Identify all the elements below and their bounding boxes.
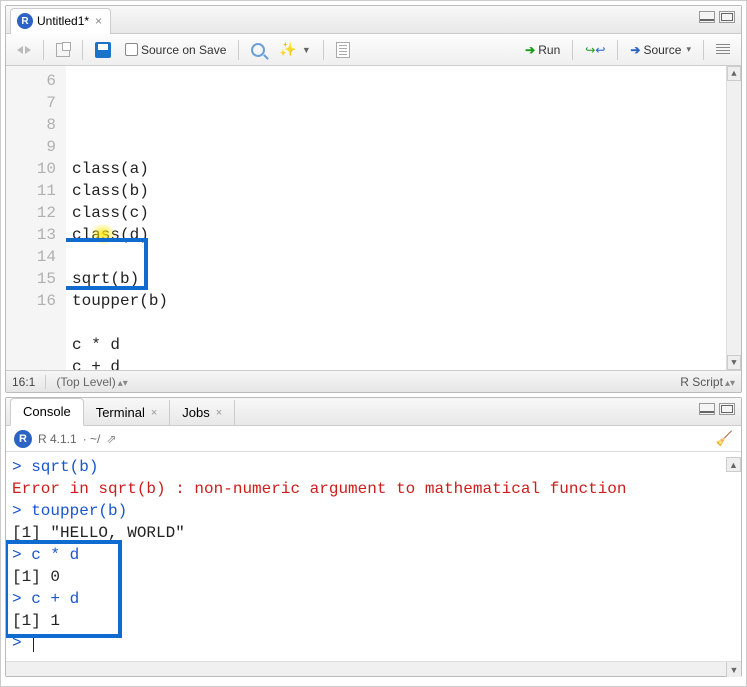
tab-jobs[interactable]: Jobs×: [170, 400, 235, 426]
close-tab-icon[interactable]: ×: [95, 14, 102, 28]
wd-popout-icon[interactable]: ⇗: [106, 432, 116, 446]
working-dir: · ~/: [83, 432, 101, 446]
minimize-pane-icon[interactable]: [699, 11, 715, 23]
line-number: 7: [6, 92, 56, 114]
tab-terminal[interactable]: Terminal×: [84, 400, 171, 426]
line-number: 11: [6, 180, 56, 202]
save-button[interactable]: [90, 39, 116, 61]
run-arrow-icon: ➔: [525, 43, 535, 57]
source-label: Source: [643, 43, 681, 57]
clear-console-icon[interactable]: 🧹: [716, 430, 733, 447]
run-label: Run: [538, 43, 560, 57]
source-pane: R Untitled1* × Source on Save ✨▼ ➔Run ↪↩: [5, 5, 742, 393]
console-pane: Console Terminal× Jobs× R R 4.1.1 · ~/ ⇗…: [5, 397, 742, 677]
console-line: > toupper(b): [12, 500, 735, 522]
outline-button[interactable]: [711, 41, 735, 59]
close-icon[interactable]: ×: [151, 407, 157, 419]
console-header: R R 4.1.1 · ~/ ⇗ 🧹: [6, 426, 741, 452]
re-run-button[interactable]: ↪↩: [580, 40, 610, 60]
code-line[interactable]: toupper(b): [72, 290, 726, 312]
line-number: 10: [6, 158, 56, 180]
show-in-new-window-button[interactable]: [51, 40, 75, 60]
disk-icon: [95, 42, 111, 58]
annotation-box-console: [6, 540, 122, 638]
line-number: 12: [6, 202, 56, 224]
source-button[interactable]: ➔Source ▾: [625, 40, 696, 60]
line-number: 13: [6, 224, 56, 246]
maximize-pane-icon[interactable]: [719, 11, 735, 23]
run-button[interactable]: ➔Run: [520, 40, 565, 60]
source-tab-untitled[interactable]: R Untitled1* ×: [10, 8, 111, 34]
scroll-up-icon[interactable]: ▲: [726, 457, 741, 472]
line-number: 6: [6, 70, 56, 92]
code-line[interactable]: class(a): [72, 158, 726, 180]
source-on-save-label: Source on Save: [141, 43, 226, 57]
maximize-pane-icon[interactable]: [719, 403, 735, 415]
code-tools-button[interactable]: ✨▼: [274, 38, 315, 61]
line-number: 8: [6, 114, 56, 136]
console-scrollbar-h[interactable]: ▼ ▲: [6, 661, 741, 676]
code-line[interactable]: class(d): [72, 224, 726, 246]
notebook-icon: [336, 42, 350, 58]
scope-selector[interactable]: (Top Level)▴▾: [56, 375, 127, 389]
r-version: R 4.1.1: [38, 432, 77, 446]
wand-icon: ✨: [279, 41, 296, 58]
reenter-icon: ↪↩: [585, 43, 605, 57]
search-icon: [251, 43, 265, 57]
line-number: 9: [6, 136, 56, 158]
code-area[interactable]: class(a)class(b)class(c)class(d) sqrt(b)…: [66, 66, 726, 370]
annotation-box-editor: [58, 238, 148, 290]
r-logo-icon: R: [14, 430, 32, 448]
scroll-up-icon[interactable]: ▲: [727, 66, 741, 81]
minimize-pane-icon[interactable]: [699, 403, 715, 415]
source-arrow-icon: ➔: [630, 43, 640, 57]
close-icon[interactable]: ×: [216, 407, 222, 419]
outline-icon: [716, 44, 730, 56]
source-toolbar: Source on Save ✨▼ ➔Run ↪↩ ➔Source▾: [6, 34, 741, 66]
source-on-save-toggle[interactable]: Source on Save: [120, 40, 231, 60]
editor-scrollbar[interactable]: ▲ ▼: [726, 66, 741, 370]
code-line[interactable]: c * d: [72, 334, 726, 356]
line-gutter: 678910111213141516: [6, 66, 66, 370]
source-tab-title: Untitled1*: [37, 14, 89, 28]
compile-report-button[interactable]: [331, 39, 355, 61]
chevron-down-icon: ▾: [686, 44, 691, 55]
console-output[interactable]: > sqrt(b)Error in sqrt(b) : non-numeric …: [6, 452, 741, 661]
code-line[interactable]: [72, 312, 726, 334]
code-line[interactable]: sqrt(b): [72, 268, 726, 290]
code-line[interactable]: class(b): [72, 180, 726, 202]
checkbox-icon: [125, 43, 138, 56]
source-tabstrip: R Untitled1* ×: [6, 6, 741, 34]
chevron-down-icon: ▼: [302, 45, 311, 55]
nav-back-forward-button[interactable]: [12, 41, 36, 59]
language-selector[interactable]: R Script▴▾: [680, 375, 735, 389]
scroll-down-icon[interactable]: ▼: [726, 662, 741, 677]
console-tabstrip: Console Terminal× Jobs×: [6, 398, 741, 426]
console-line: > sqrt(b): [12, 456, 735, 478]
console-line: Error in sqrt(b) : non-numeric argument …: [12, 478, 735, 500]
source-editor[interactable]: 678910111213141516 class(a)class(b)class…: [6, 66, 741, 370]
cursor-position: 16:1: [12, 375, 35, 389]
line-number: 16: [6, 290, 56, 312]
source-statusbar: 16:1 (Top Level)▴▾ R Script▴▾: [6, 370, 741, 392]
tab-console[interactable]: Console: [10, 398, 84, 426]
code-line[interactable]: [72, 246, 726, 268]
scroll-down-icon[interactable]: ▼: [727, 355, 741, 370]
code-line[interactable]: c + d: [72, 356, 726, 370]
r-logo-icon: R: [17, 13, 33, 29]
line-number: 15: [6, 268, 56, 290]
code-line[interactable]: class(c): [72, 202, 726, 224]
line-number: 14: [6, 246, 56, 268]
find-replace-button[interactable]: [246, 40, 270, 60]
